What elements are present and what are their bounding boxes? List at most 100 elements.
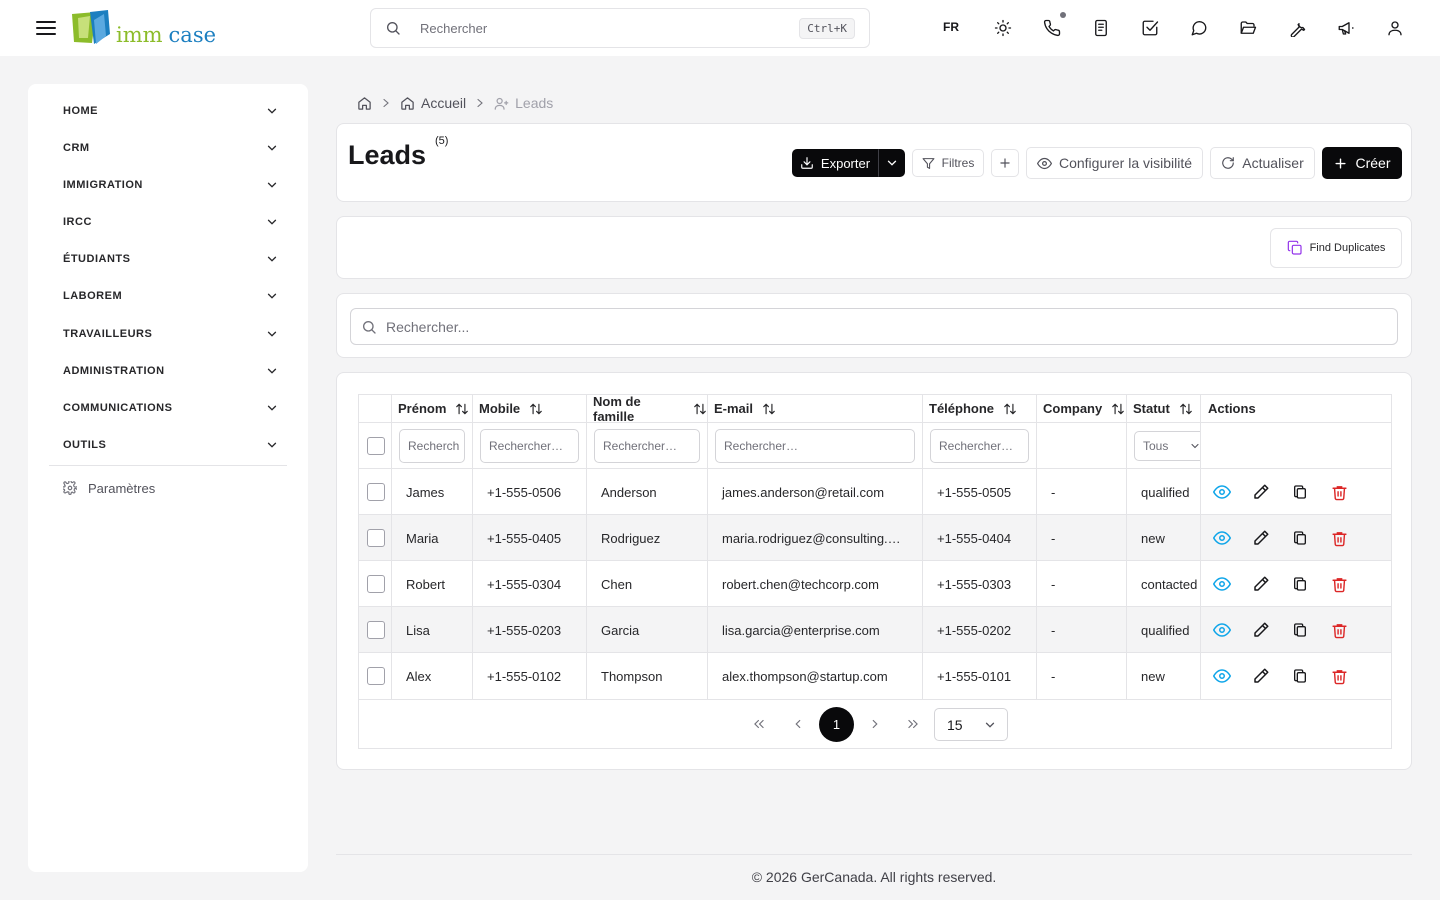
table-row[interactable]: Alex +1-555-0102 Thompson alex.thompson@… <box>359 652 1391 699</box>
table-row[interactable]: James +1-555-0506 Anderson james.anderso… <box>359 468 1391 515</box>
folder-open-icon[interactable] <box>1236 16 1260 40</box>
row-checkbox[interactable] <box>367 483 385 501</box>
edit-icon[interactable] <box>1250 481 1272 503</box>
gear-icon <box>63 481 77 495</box>
sidebar-item-home[interactable]: HOME <box>63 100 279 122</box>
check-square-icon[interactable] <box>1138 16 1162 40</box>
view-icon[interactable] <box>1211 481 1233 503</box>
column-header-nom[interactable]: Nom de famille <box>587 394 708 424</box>
delete-icon[interactable] <box>1328 481 1350 503</box>
export-button[interactable]: Exporter <box>792 149 878 177</box>
select-all-checkbox[interactable] <box>367 437 385 455</box>
column-header-company[interactable]: Company <box>1037 395 1127 422</box>
export-menu-button[interactable] <box>878 149 905 177</box>
view-icon[interactable] <box>1211 665 1233 687</box>
sidebar-item-ircc[interactable]: IRCC <box>63 211 279 233</box>
row-checkbox[interactable] <box>367 667 385 685</box>
status-filter-select[interactable]: Tous <box>1134 431 1200 461</box>
previous-page-icon[interactable] <box>783 709 813 739</box>
hamburger-menu-icon[interactable] <box>34 16 58 40</box>
home-icon <box>400 96 415 111</box>
home-icon[interactable] <box>357 96 372 111</box>
duplicate-icon[interactable] <box>1289 665 1311 687</box>
sidebar-item-administration[interactable]: ADMINISTRATION <box>63 360 279 382</box>
app-logo[interactable]: imm case <box>70 10 220 50</box>
duplicate-icon[interactable] <box>1289 573 1311 595</box>
edit-icon[interactable] <box>1250 527 1272 549</box>
sidebar-item-communications[interactable]: COMMUNICATIONS <box>63 397 279 419</box>
first-page-icon[interactable] <box>744 709 774 739</box>
sort-icon[interactable] <box>1003 402 1017 416</box>
duplicate-icon[interactable] <box>1289 619 1311 641</box>
row-select-cell <box>359 561 392 607</box>
column-header-prenom[interactable]: Prénom <box>392 395 473 422</box>
delete-icon[interactable] <box>1328 619 1350 641</box>
filter-input-telephone[interactable]: Rechercher… <box>930 429 1029 463</box>
sidebar-item-laborem[interactable]: LABOREM <box>63 285 279 307</box>
megaphone-icon[interactable] <box>1334 16 1358 40</box>
sort-icon[interactable] <box>529 402 543 416</box>
filter-cell: Recherch <box>392 422 473 468</box>
table-row[interactable]: Robert +1-555-0304 Chen robert.chen@tech… <box>359 560 1391 607</box>
chat-icon[interactable] <box>1187 16 1211 40</box>
column-header-email[interactable]: E-mail <box>708 395 923 422</box>
next-page-icon[interactable] <box>860 709 890 739</box>
language-switcher[interactable]: FR <box>937 20 965 34</box>
filters-button[interactable]: Filtres <box>912 149 984 177</box>
sidebar-item-immigration[interactable]: IMMIGRATION <box>63 174 279 196</box>
sort-icon[interactable] <box>455 402 469 416</box>
column-header-telephone[interactable]: Téléphone <box>923 395 1037 422</box>
edit-icon[interactable] <box>1250 573 1272 595</box>
visibility-button[interactable]: Configurer la visibilité <box>1026 147 1203 179</box>
filter-input-prenom[interactable]: Recherch <box>399 429 465 463</box>
delete-icon[interactable] <box>1328 665 1350 687</box>
user-icon[interactable] <box>1383 16 1407 40</box>
sort-icon[interactable] <box>762 402 776 416</box>
sort-icon[interactable] <box>1179 402 1193 416</box>
create-button[interactable]: Créer <box>1322 147 1402 179</box>
delete-icon[interactable] <box>1328 573 1350 595</box>
sort-icon[interactable] <box>1111 402 1125 416</box>
global-search-input[interactable]: Rechercher Ctrl+K <box>370 8 870 48</box>
duplicate-icon[interactable] <box>1289 527 1311 549</box>
view-icon[interactable] <box>1211 619 1233 641</box>
table-row[interactable]: Maria +1-555-0405 Rodriguez maria.rodrig… <box>359 514 1391 561</box>
sidebar-item-etudiants[interactable]: ÉTUDIANTS <box>63 248 279 270</box>
wrench-icon[interactable] <box>1285 16 1309 40</box>
row-checkbox[interactable] <box>367 575 385 593</box>
refresh-button[interactable]: Actualiser <box>1210 147 1315 179</box>
duplicate-icon[interactable] <box>1289 481 1311 503</box>
cell-telephone: +1-555-0404 <box>923 515 1037 561</box>
view-icon[interactable] <box>1211 573 1233 595</box>
find-duplicates-button[interactable]: Find Duplicates <box>1270 228 1402 268</box>
sidebar-item-travailleurs[interactable]: TRAVAILLEURS <box>63 323 279 345</box>
table-search-input[interactable]: Rechercher... <box>350 308 1398 345</box>
sidebar-item-outils[interactable]: OUTILS <box>63 434 279 456</box>
row-actions <box>1211 665 1350 687</box>
table-row[interactable]: Lisa +1-555-0203 Garcia lisa.garcia@ente… <box>359 606 1391 653</box>
column-header-mobile[interactable]: Mobile <box>473 395 587 422</box>
add-filter-button[interactable] <box>991 149 1019 177</box>
view-icon[interactable] <box>1211 527 1233 549</box>
sidebar-item-crm[interactable]: CRM <box>63 137 279 159</box>
last-page-icon[interactable] <box>898 709 928 739</box>
page-header-card: Leads (5) Exporter Filtres Configurer la… <box>336 123 1412 202</box>
row-checkbox[interactable] <box>367 529 385 547</box>
filter-input-mobile[interactable]: Rechercher… <box>480 429 579 463</box>
page-size-select[interactable]: 15 <box>934 708 1008 741</box>
edit-icon[interactable] <box>1250 665 1272 687</box>
edit-icon[interactable] <box>1250 619 1272 641</box>
phone-icon[interactable] <box>1040 12 1066 40</box>
breadcrumb-home-link[interactable]: Accueil <box>400 95 466 111</box>
cell-statut: new <box>1127 515 1201 561</box>
sun-icon[interactable] <box>991 16 1015 40</box>
column-header-statut[interactable]: Statut <box>1127 395 1201 422</box>
row-checkbox[interactable] <box>367 621 385 639</box>
filter-input-email[interactable]: Rechercher… <box>715 429 915 463</box>
filter-input-nom[interactable]: Rechercher… <box>594 429 700 463</box>
sort-icon[interactable] <box>693 402 707 416</box>
notebook-icon[interactable] <box>1089 16 1113 40</box>
sidebar-item-settings[interactable]: Paramètres <box>63 478 155 498</box>
delete-icon[interactable] <box>1328 527 1350 549</box>
current-page-button[interactable]: 1 <box>819 707 854 742</box>
